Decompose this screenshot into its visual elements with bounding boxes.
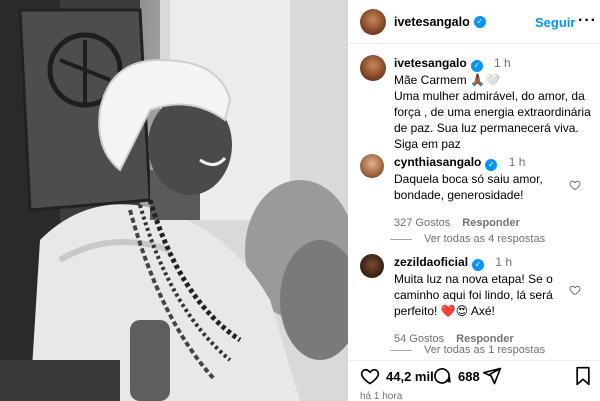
more-options-icon[interactable]: ··· [578, 12, 597, 30]
comment-action[interactable]: 688 [432, 366, 480, 386]
caption-username[interactable]: ivetesangalo [394, 56, 467, 70]
commenter-username[interactable]: zezildaoficial [394, 255, 468, 269]
commenter-username[interactable]: cynthiasangalo [394, 155, 481, 169]
verified-badge-icon: ✓ [473, 15, 486, 28]
comment-icon[interactable] [432, 366, 452, 386]
bookmark-icon[interactable] [574, 366, 592, 386]
caption-avatar[interactable] [360, 55, 386, 81]
commenter-avatar[interactable] [360, 254, 384, 278]
post-photo[interactable] [0, 0, 348, 401]
view-replies-button[interactable]: Ver todas as 4 respostas [390, 233, 545, 245]
photo-illustration [0, 0, 348, 401]
post-caption: ivetesangalo ✓ 1 h Mãe Carmem 🙏🏾🤍 Uma mul… [360, 55, 596, 152]
view-replies-button[interactable]: Ver todas as 1 respostas [390, 344, 545, 356]
replies-divider [390, 238, 412, 240]
like-action[interactable]: 44,2 mil [360, 366, 434, 386]
heart-icon[interactable] [360, 366, 380, 386]
verified-badge-icon: ✓ [472, 259, 485, 271]
comment-time: 1 h [495, 255, 513, 269]
commenter-avatar[interactable] [360, 154, 384, 178]
author-avatar[interactable] [360, 8, 386, 35]
replies-divider [390, 349, 412, 351]
author-username[interactable]: ivetesangalo [394, 15, 470, 29]
verified-badge-icon: ✓ [470, 60, 483, 72]
heart-icon[interactable] [569, 284, 581, 296]
comment-likes[interactable]: 327 Gostos [394, 217, 450, 229]
posted-time: há 1 hora [360, 391, 403, 401]
verified-badge-icon: ✓ [485, 159, 498, 171]
likes-count[interactable]: 44,2 mil [386, 369, 434, 384]
caption-text: Mãe Carmem 🙏🏾🤍 Uma mulher admirável, do … [394, 73, 591, 151]
comment-text: Muita luz na nova etapa! Se o caminho aq… [394, 272, 553, 318]
post-header: ivetesangalo ✓ Seguir ··· [348, 0, 600, 44]
comment-item: zezildaoficial ✓ 1 h Muita luz na nova et… [360, 254, 596, 347]
share-action[interactable] [482, 366, 502, 386]
save-action[interactable] [574, 366, 592, 386]
view-replies-label: Ver todas as 4 respostas [424, 233, 546, 245]
comment-text: Daquela boca só saiu amor, bondade, gene… [394, 172, 543, 202]
caption-time: 1 h [494, 56, 511, 70]
follow-button[interactable]: Seguir [535, 15, 575, 30]
reply-button[interactable]: Responder [462, 217, 519, 229]
comment-time: 1 h [508, 155, 526, 169]
view-replies-label: Ver todas as 1 respostas [424, 344, 546, 356]
comment-item: cynthiasangalo ✓ 1 h Daquela boca só saiu… [360, 154, 596, 231]
post-side-panel: ivetesangalo ✓ Seguir ··· ivetesangalo ✓ … [348, 0, 600, 401]
heart-icon[interactable] [569, 179, 581, 191]
share-icon[interactable] [482, 366, 502, 386]
comments-count: 688 [458, 368, 480, 384]
